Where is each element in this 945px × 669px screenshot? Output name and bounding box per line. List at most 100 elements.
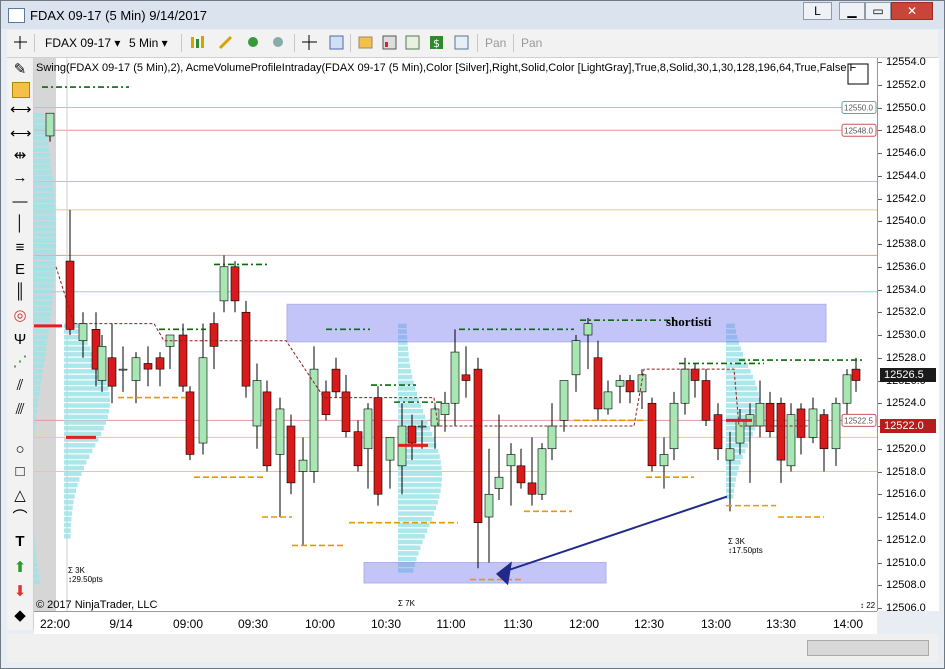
gann-fan-icon[interactable]: ⋰ <box>10 352 30 372</box>
price-tick-label: 12518.0 <box>886 465 926 478</box>
candle-up <box>252 380 262 427</box>
instrument-selector[interactable]: FDAX 09-17 ▾ <box>45 33 120 53</box>
move-icon[interactable] <box>301 34 318 51</box>
arrow-down-icon[interactable]: ⬇ <box>10 582 30 602</box>
price-tick-label: 12552.0 <box>886 78 926 91</box>
candle-up <box>559 380 569 421</box>
price-tick-label: 12508.0 <box>886 579 926 592</box>
volume-profile-grey <box>34 244 56 249</box>
volume-profile-bar <box>398 403 421 408</box>
candle-down <box>625 380 635 393</box>
volume-profile-bar <box>726 369 751 374</box>
candle-down <box>701 380 711 421</box>
price-tick <box>878 494 882 496</box>
time-tick-label: 9/14 <box>109 617 133 631</box>
line-segment-icon[interactable]: ⟷ <box>10 100 32 120</box>
volume-profile-grey <box>34 317 51 323</box>
price-tick <box>878 84 882 86</box>
link-button[interactable]: L <box>803 2 832 20</box>
pan-button-2[interactable]: Pan <box>521 33 542 53</box>
ellipse-icon[interactable]: ○ <box>10 440 30 460</box>
money-icon[interactable]: $ <box>428 34 445 51</box>
price-flag-label: 12548.0 <box>844 126 873 135</box>
vertical-line-icon[interactable]: │ <box>10 214 30 234</box>
price-tick <box>878 357 882 359</box>
time-tick-label: 10:30 <box>370 617 402 631</box>
volume-profile-grey <box>34 289 54 294</box>
candle-up <box>219 266 229 302</box>
pin-icon[interactable]: ✎ <box>10 60 30 80</box>
crosshair-icon[interactable] <box>12 34 29 51</box>
volume-profile-bar <box>398 346 409 351</box>
volume-stat-label: ↕17.50pts <box>728 546 763 555</box>
price-tick <box>878 562 882 564</box>
ruler-icon[interactable] <box>12 82 30 98</box>
extended-line-icon[interactable]: ⇹ <box>10 146 30 166</box>
volume-profile-grey <box>34 420 36 425</box>
candle-up <box>298 459 308 472</box>
arrow-up-icon[interactable]: ⬆ <box>10 558 30 578</box>
pencil-icon[interactable] <box>217 34 234 51</box>
chart-panel[interactable]: Swing(FDAX 09-17 (5 Min),2), AcmeVolumeP… <box>34 58 877 611</box>
minimize-button[interactable]: ▁ <box>839 2 865 20</box>
template-icon[interactable] <box>404 34 421 51</box>
candle-up <box>494 476 504 489</box>
bar-type-icon[interactable] <box>189 34 206 51</box>
strategy-icon[interactable] <box>270 34 287 51</box>
volume-profile-bar <box>726 352 744 357</box>
volume-profile-grey <box>34 391 40 397</box>
text-icon[interactable]: T <box>10 532 30 552</box>
volume-profile-grey <box>34 551 37 556</box>
fibonacci-icon[interactable]: Ε <box>10 260 30 280</box>
price-tick <box>878 539 882 541</box>
maximize-button[interactable]: ▭ <box>865 2 891 20</box>
arc-icon[interactable]: ⌒ <box>10 508 30 528</box>
ray-icon[interactable]: ⟷ <box>10 124 32 144</box>
price-chart[interactable]: Swing(FDAX 09-17 (5 Min),2), AcmeVolumeP… <box>34 58 877 611</box>
rectangle-icon[interactable]: □ <box>10 462 30 482</box>
candle-down <box>185 391 195 455</box>
volume-profile-grey <box>34 380 41 385</box>
volume-profile-grey <box>34 221 56 226</box>
interval-selector[interactable]: 5 Min ▾ <box>129 33 168 53</box>
candle-up <box>786 414 796 467</box>
fib-extension-icon[interactable]: ║ <box>10 282 30 302</box>
volume-stat-label: ↕ 22 <box>860 601 876 610</box>
fib-circle-icon[interactable]: ◎ <box>10 306 30 326</box>
volume-profile-grey <box>34 335 48 340</box>
volume-profile-bar <box>398 505 437 511</box>
horizontal-scrollbar[interactable] <box>807 640 929 656</box>
candle-up <box>571 340 581 376</box>
candle-down <box>713 414 723 450</box>
volume-profile-grey <box>34 181 54 186</box>
horizontal-line-icon[interactable]: — <box>10 192 30 212</box>
price-tick-label: 12512.0 <box>886 533 926 546</box>
volume-profile-bar <box>398 528 428 533</box>
regression-icon[interactable]: ⫽ <box>10 376 30 396</box>
close-button[interactable]: ✕ <box>891 2 933 20</box>
andrews-pitchfork-icon[interactable]: Ψ <box>10 330 30 350</box>
price-axis[interactable]: 12554.0 12552.0 12550.0 12548.0 12546.0 12544… <box>877 56 939 614</box>
chart-trader-icon[interactable] <box>357 34 374 51</box>
volume-profile-grey <box>34 431 35 437</box>
indicator-icon[interactable] <box>245 34 262 51</box>
triangle-icon[interactable]: △ <box>10 486 30 506</box>
volume-profile-grey <box>34 295 53 300</box>
candle-up <box>725 448 735 461</box>
price-tick <box>878 471 882 473</box>
properties-icon[interactable] <box>453 34 470 51</box>
session-shade <box>34 58 56 611</box>
diamond-icon[interactable]: ◆ <box>10 606 30 626</box>
channel-icon[interactable]: ≡ <box>10 238 30 258</box>
trend-channel-icon[interactable]: ⫻ <box>10 400 30 420</box>
pan-button[interactable]: Pan <box>485 33 506 53</box>
candle-up <box>547 425 557 450</box>
data-box-icon[interactable] <box>381 34 398 51</box>
price-tick <box>878 153 882 154</box>
time-axis[interactable]: 22:00 9/14 09:00 09:30 10:00 10:30 11:00 11:30 1… <box>34 611 877 634</box>
volume-profile-bar <box>64 522 72 528</box>
volume-profile-grey <box>34 312 51 317</box>
arrow-line-icon[interactable]: → <box>10 168 30 188</box>
zoom-icon[interactable] <box>328 34 345 51</box>
price-tick-label: 12520.0 <box>886 442 926 455</box>
